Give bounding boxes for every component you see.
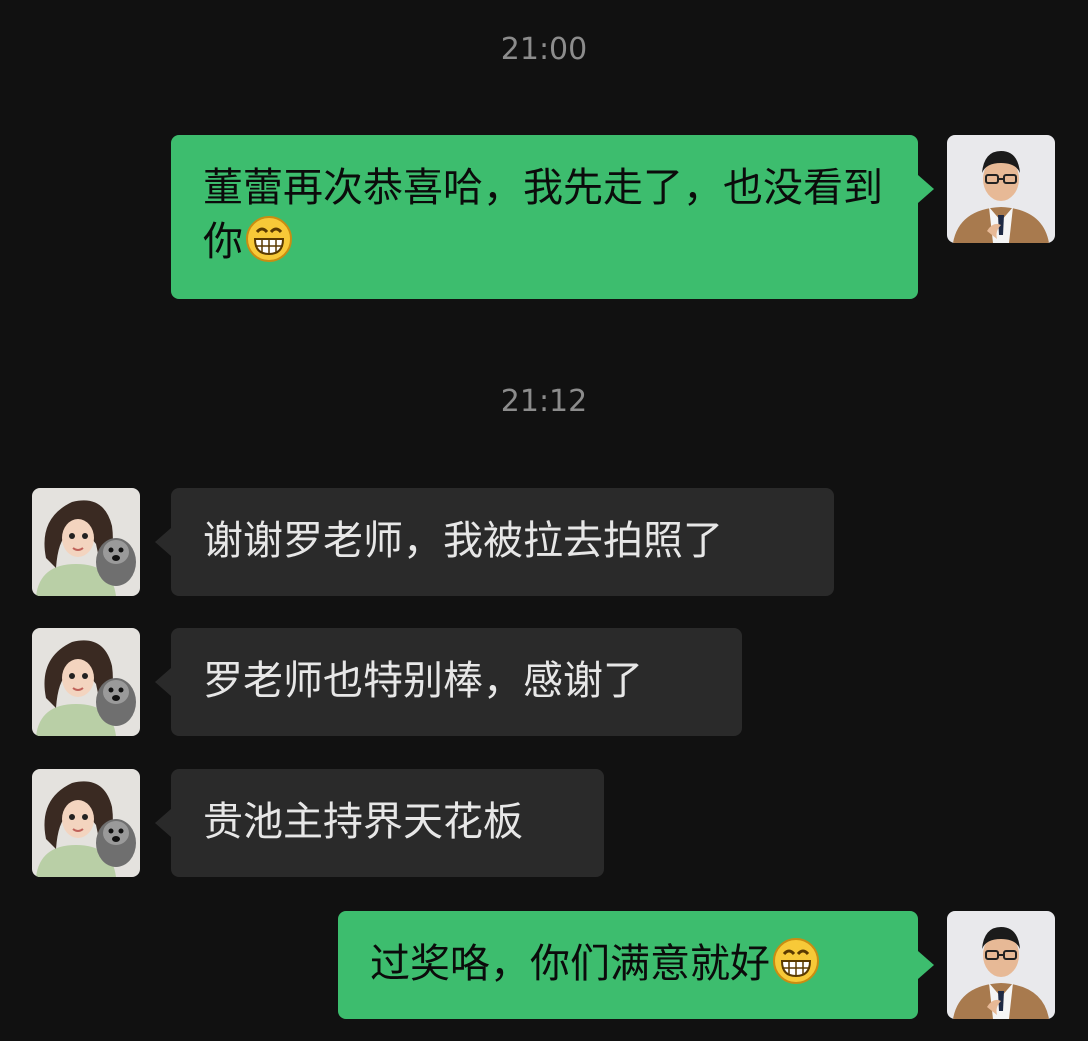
my-message-bubble[interactable]: 董蕾再次恭喜哈，我先走了，也没看到你 (171, 135, 918, 299)
bubble-tail (155, 528, 171, 556)
my-avatar[interactable] (947, 135, 1055, 243)
contact-message-bubble[interactable]: 谢谢罗老师，我被拉去拍照了 (171, 488, 834, 596)
grinning-face-icon (772, 937, 820, 985)
contact-avatar[interactable] (32, 488, 140, 596)
bubble-tail (918, 175, 934, 203)
timestamp: 21:00 (500, 32, 588, 67)
message-text: 谢谢罗老师，我被拉去拍照了 (203, 518, 723, 564)
contact-message-bubble[interactable]: 贵池主持界天花板 (171, 769, 604, 877)
message-text: 过奖咯，你们满意就好 (370, 941, 770, 987)
my-avatar[interactable] (947, 911, 1055, 1019)
grinning-face-icon (245, 215, 293, 263)
bubble-tail (155, 668, 171, 696)
contact-avatar[interactable] (32, 769, 140, 877)
message-text: 贵池主持界天花板 (203, 799, 523, 845)
bubble-tail (918, 951, 934, 979)
contact-message-bubble[interactable]: 罗老师也特别棒，感谢了 (171, 628, 742, 736)
timestamp: 21:12 (500, 384, 588, 419)
contact-avatar[interactable] (32, 628, 140, 736)
my-message-bubble[interactable]: 过奖咯，你们满意就好 (338, 911, 918, 1019)
message-text: 董蕾再次恭喜哈，我先走了，也没看到你 (203, 165, 883, 265)
bubble-tail (155, 809, 171, 837)
message-text: 罗老师也特别棒，感谢了 (203, 658, 643, 704)
